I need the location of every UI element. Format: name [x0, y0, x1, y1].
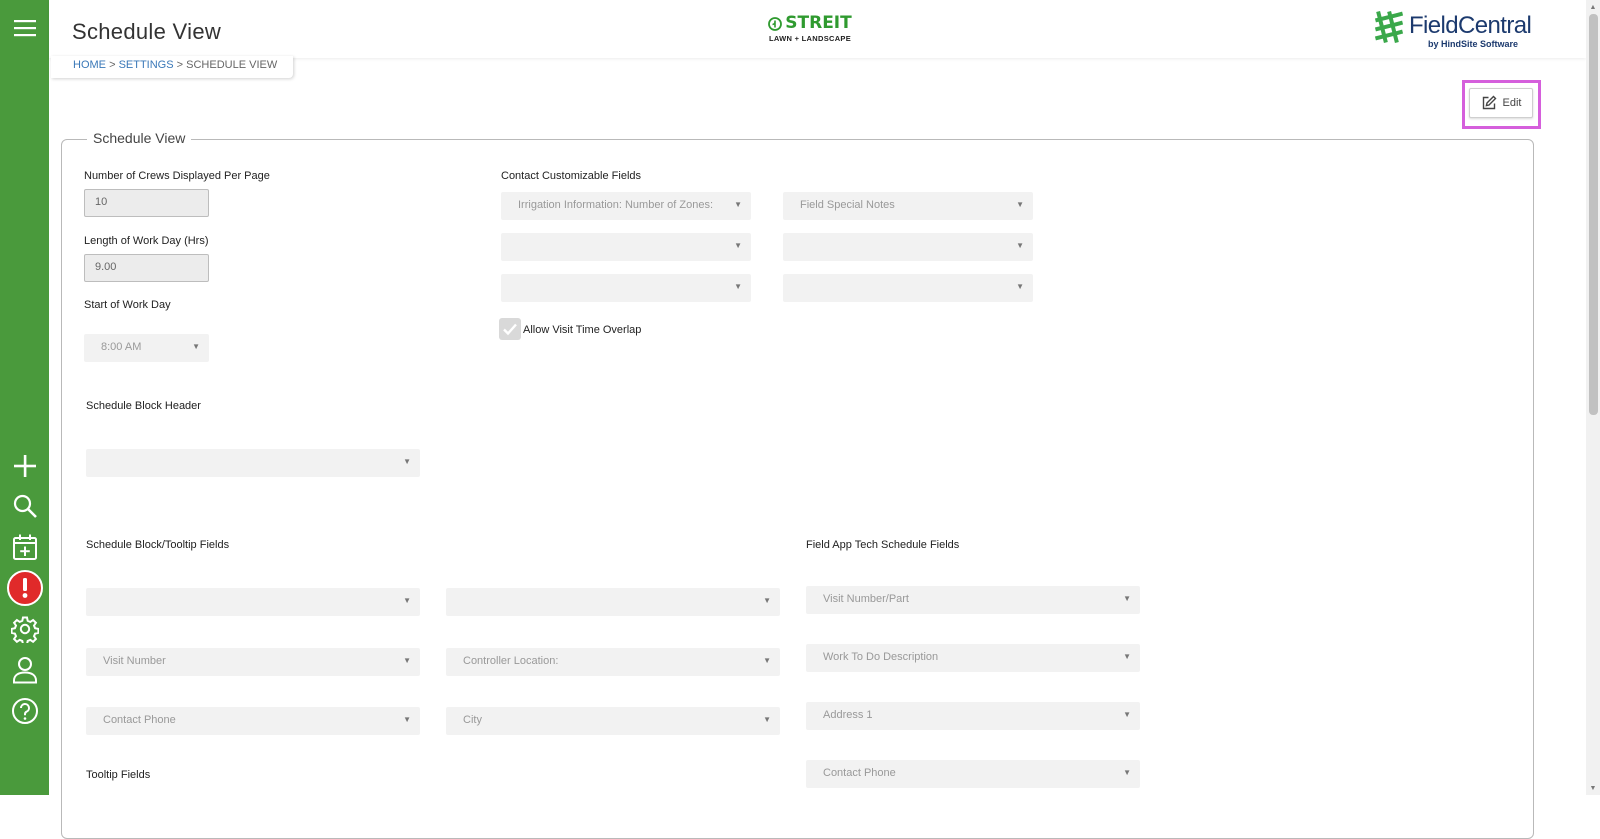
chevron-down-icon: ▼ [1016, 200, 1024, 209]
chevron-down-icon: ▼ [403, 457, 411, 466]
menu-icon[interactable] [0, 8, 49, 48]
workday-length-label: Length of Work Day (Hrs) [84, 235, 209, 247]
field-app-select[interactable]: Address 1 ▼ [806, 702, 1140, 730]
block-tooltip-value: Controller Location: [463, 655, 559, 667]
chevron-down-icon: ▼ [403, 596, 411, 605]
edit-button[interactable]: Edit [1469, 88, 1533, 118]
block-tooltip-select[interactable]: City ▼ [446, 707, 780, 735]
block-tooltip-select[interactable]: Visit Number ▼ [86, 648, 420, 676]
chevron-down-icon: ▼ [1016, 282, 1024, 291]
chevron-down-icon: ▼ [192, 342, 200, 351]
field-app-value: Address 1 [823, 709, 873, 721]
crews-per-page-input[interactable]: 10 [84, 189, 209, 217]
field-app-select[interactable]: Contact Phone ▼ [806, 760, 1140, 788]
field-app-label: Field App Tech Schedule Fields [806, 539, 960, 551]
block-tooltip-label: Schedule Block/Tooltip Fields [86, 539, 230, 551]
product-logo-name: FieldCentral [1409, 12, 1532, 39]
breadcrumb: HOME > SETTINGS > SCHEDULE VIEW [51, 56, 293, 78]
field-app-select[interactable]: Visit Number/Part ▼ [806, 586, 1140, 614]
block-tooltip-value: City [463, 714, 482, 726]
checkmark-icon [503, 323, 517, 336]
allow-overlap-label: Allow Visit Time Overlap [523, 324, 642, 336]
allow-overlap-checkbox[interactable] [499, 318, 521, 340]
product-logo-tagline: by HindSite Software [1428, 39, 1519, 49]
plus-icon[interactable] [0, 446, 49, 486]
breadcrumb-settings[interactable]: SETTINGS [119, 59, 174, 71]
contact-field-select[interactable]: Field Special Notes ▼ [783, 192, 1033, 220]
contact-field-value: Irrigation Information: Number of Zones: [518, 199, 714, 211]
chevron-down-icon: ▼ [763, 656, 771, 665]
calendar-add-icon[interactable] [0, 527, 49, 567]
field-app-value: Contact Phone [823, 767, 896, 779]
gear-icon[interactable] [0, 609, 49, 649]
chevron-down-icon: ▼ [763, 715, 771, 724]
crews-per-page-label: Number of Crews Displayed Per Page [84, 170, 270, 182]
chevron-down-icon: ▼ [1123, 710, 1131, 719]
field-app-value: Work To Do Description [823, 651, 939, 663]
scroll-down-icon[interactable]: ▼ [1586, 781, 1600, 795]
company-logo-name: STREIT [785, 13, 852, 33]
start-workday-select[interactable]: 8:00 AM ▼ [84, 334, 209, 362]
contact-field-select[interactable]: ▼ [501, 233, 751, 261]
breadcrumb-separator: > [176, 59, 184, 71]
contact-field-select[interactable]: ▼ [783, 274, 1033, 302]
contact-field-select[interactable]: ▼ [783, 233, 1033, 261]
breadcrumb-current: SCHEDULE VIEW [186, 59, 278, 71]
block-tooltip-select[interactable]: ▼ [86, 588, 420, 616]
tooltip-fields-label: Tooltip Fields [86, 769, 151, 781]
chevron-down-icon: ▼ [1123, 652, 1131, 661]
breadcrumb-home[interactable]: HOME [73, 59, 106, 71]
scroll-up-icon[interactable]: ▲ [1586, 0, 1600, 14]
chevron-down-icon: ▼ [734, 200, 742, 209]
user-icon[interactable] [0, 650, 49, 690]
top-header: Schedule View STREIT LAWN + LANDSCAPE Fi… [49, 0, 1586, 58]
chevron-down-icon: ▼ [734, 282, 742, 291]
fieldcentral-mark-icon [1374, 10, 1404, 44]
page-title: Schedule View [72, 19, 222, 44]
fieldset-legend: Schedule View [87, 130, 192, 146]
field-app-value: Visit Number/Part [823, 593, 909, 605]
block-tooltip-value: Contact Phone [103, 714, 176, 726]
block-tooltip-select[interactable]: ▼ [446, 588, 780, 616]
edit-button-label: Edit [1502, 97, 1522, 109]
contact-field-value: Field Special Notes [800, 199, 895, 211]
chevron-down-icon: ▼ [1123, 768, 1131, 777]
chevron-down-icon: ▼ [734, 241, 742, 250]
sidebar [0, 0, 49, 795]
alert-icon[interactable] [0, 568, 49, 608]
contact-field-select[interactable]: ▼ [501, 274, 751, 302]
contact-fields-label: Contact Customizable Fields [501, 170, 642, 182]
company-logo: STREIT LAWN + LANDSCAPE [755, 15, 865, 43]
scrollbar-thumb[interactable] [1589, 14, 1598, 415]
company-logo-tagline: LAWN + LANDSCAPE [768, 34, 852, 43]
product-logo: FieldCentral by HindSite Software [1371, 10, 1532, 50]
chevron-down-icon: ▼ [403, 715, 411, 724]
edit-icon [1482, 95, 1497, 110]
block-header-select[interactable]: ▼ [86, 449, 420, 477]
block-tooltip-select[interactable]: Contact Phone ▼ [86, 707, 420, 735]
breadcrumb-separator: > [109, 59, 116, 71]
chevron-down-icon: ▼ [403, 656, 411, 665]
leaf-icon [768, 16, 783, 31]
block-tooltip-select[interactable]: Controller Location: ▼ [446, 648, 780, 676]
alert-badge [6, 570, 43, 606]
contact-field-select[interactable]: Irrigation Information: Number of Zones:… [501, 192, 751, 220]
block-header-label: Schedule Block Header [86, 400, 201, 412]
chevron-down-icon: ▼ [763, 596, 771, 605]
chevron-down-icon: ▼ [1123, 594, 1131, 603]
workday-length-input[interactable]: 9.00 [84, 254, 209, 282]
chevron-down-icon: ▼ [1016, 241, 1024, 250]
start-workday-value: 8:00 AM [101, 341, 142, 353]
search-icon[interactable] [0, 486, 49, 526]
start-workday-label: Start of Work Day [84, 299, 171, 311]
help-icon[interactable] [0, 691, 49, 731]
field-app-select[interactable]: Work To Do Description ▼ [806, 644, 1140, 672]
block-tooltip-value: Visit Number [103, 655, 166, 667]
